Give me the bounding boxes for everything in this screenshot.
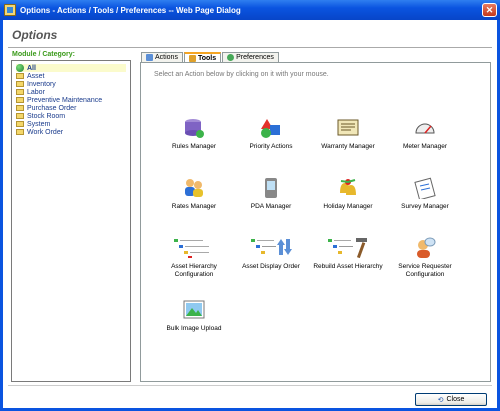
- database-icon: [183, 117, 205, 139]
- action-rebuild-asset-hierarchy[interactable]: Rebuild Asset Hierarchy: [313, 237, 383, 271]
- tree-item-label: Preventive Maintenance: [27, 96, 103, 104]
- users-icon: [183, 177, 205, 199]
- window-title: Options - Actions / Tools / Preferences …: [20, 5, 241, 15]
- gauge-icon: [414, 117, 436, 139]
- action-rules-manager[interactable]: Rules Manager: [159, 117, 229, 151]
- bells-icon: [337, 177, 359, 199]
- pda-icon: [260, 177, 282, 199]
- tree-item-label: Labor: [27, 88, 45, 96]
- folder-icon: [16, 129, 24, 135]
- shapes-icon: [260, 117, 282, 139]
- action-label: Rules Manager: [171, 143, 217, 150]
- sort-order-icon: [250, 237, 292, 259]
- tree-item-label: System: [27, 120, 51, 128]
- tab-actions[interactable]: Actions: [141, 52, 183, 62]
- action-holiday-manager[interactable]: Holiday Manager: [313, 177, 383, 211]
- tree-item-all[interactable]: All: [16, 64, 126, 72]
- tree-item-label: Asset: [27, 72, 45, 80]
- close-button[interactable]: ⟲ Close: [415, 393, 487, 406]
- action-asset-hierarchy-configuration[interactable]: Asset Hierarchy Configuration: [159, 237, 229, 279]
- tree-item-purchase-order[interactable]: Purchase Order: [16, 104, 126, 112]
- tree-item-label: All: [27, 64, 36, 72]
- tree-item-inventory[interactable]: Inventory: [16, 80, 126, 88]
- action-service-requester-configuration[interactable]: Service Requester Configuration: [390, 237, 460, 279]
- tree-item-label: Inventory: [27, 80, 56, 88]
- hierarchy-tree-icon: [173, 237, 215, 259]
- instruction-text: Select an Action below by clicking on it…: [154, 71, 329, 78]
- action-warranty-manager[interactable]: Warranty Manager: [313, 117, 383, 151]
- tree-item-label: Purchase Order: [27, 104, 77, 112]
- action-label: Asset Display Order: [242, 263, 300, 270]
- action-label: Rates Manager: [171, 203, 217, 210]
- preferences-icon: [227, 54, 235, 61]
- tree-item-work-order[interactable]: Work Order: [16, 128, 126, 136]
- tab-label: Tools: [197, 55, 217, 62]
- tools-panel: Select an Action below by clicking on it…: [140, 62, 491, 382]
- person-chat-icon: [414, 237, 436, 259]
- folder-icon: [16, 113, 24, 119]
- tree-item-system[interactable]: System: [16, 120, 126, 128]
- tree-item-labor[interactable]: Labor: [16, 88, 126, 96]
- folder-icon: [16, 97, 24, 103]
- clipboard-icon: [414, 177, 436, 201]
- action-bulk-image-upload[interactable]: Bulk Image Upload: [159, 299, 229, 333]
- action-label: Survey Manager: [401, 203, 449, 210]
- window-icon: [4, 4, 16, 16]
- action-label: Holiday Manager: [323, 203, 373, 210]
- tab-preferences[interactable]: Preferences: [222, 52, 279, 62]
- tab-label: Actions: [155, 54, 178, 61]
- footer-divider: [8, 385, 492, 386]
- action-label: Bulk Image Upload: [166, 325, 222, 332]
- action-label: Priority Actions: [249, 143, 293, 150]
- back-arrow-icon: ⟲: [437, 396, 444, 404]
- title-bar: Options - Actions / Tools / Preferences …: [0, 0, 500, 20]
- tab-label: Preferences: [236, 54, 274, 61]
- folder-icon: [16, 89, 24, 95]
- tree-item-preventive-maintenance[interactable]: Preventive Maintenance: [16, 96, 126, 104]
- folder-icon: [16, 121, 24, 127]
- folder-icon: [16, 73, 24, 79]
- action-priority-actions[interactable]: Priority Actions: [236, 117, 306, 151]
- globe-icon: [16, 64, 24, 72]
- action-asset-display-order[interactable]: Asset Display Order: [236, 237, 306, 271]
- tree-item-label: Stock Room: [27, 112, 66, 120]
- action-rates-manager[interactable]: Rates Manager: [159, 177, 229, 211]
- action-pda-manager[interactable]: PDA Manager: [236, 177, 306, 211]
- action-label: PDA Manager: [250, 203, 292, 210]
- title-divider: [8, 47, 492, 48]
- tree-item-asset[interactable]: Asset: [16, 72, 126, 80]
- action-meter-manager[interactable]: Meter Manager: [390, 117, 460, 151]
- module-category-label: Module / Category:: [12, 51, 76, 58]
- window-close-button[interactable]: ✕: [482, 3, 497, 17]
- action-label: Asset Hierarchy Configuration: [171, 263, 217, 278]
- action-label: Rebuild Asset Hierarchy: [313, 263, 383, 270]
- page-title: Options: [12, 28, 58, 42]
- hammer-tree-icon: [327, 237, 369, 259]
- folder-icon: [16, 81, 24, 87]
- folder-icon: [16, 105, 24, 111]
- action-label: Service Requester Configuration: [398, 263, 452, 278]
- module-tree: All Asset Inventory Labor Preventive Mai…: [11, 60, 131, 382]
- action-survey-manager[interactable]: Survey Manager: [390, 177, 460, 211]
- action-label: Warranty Manager: [321, 143, 375, 150]
- dialog-body: Options Module / Category: All Asset Inv…: [3, 20, 497, 408]
- image-icon: [183, 299, 205, 321]
- action-label: Meter Manager: [402, 143, 448, 150]
- close-button-label: Close: [446, 396, 465, 403]
- tree-item-stock-room[interactable]: Stock Room: [16, 112, 126, 120]
- actions-icon: [146, 54, 153, 61]
- certificate-icon: [337, 117, 359, 139]
- tools-icon: [188, 55, 196, 62]
- tree-item-label: Work Order: [27, 128, 64, 136]
